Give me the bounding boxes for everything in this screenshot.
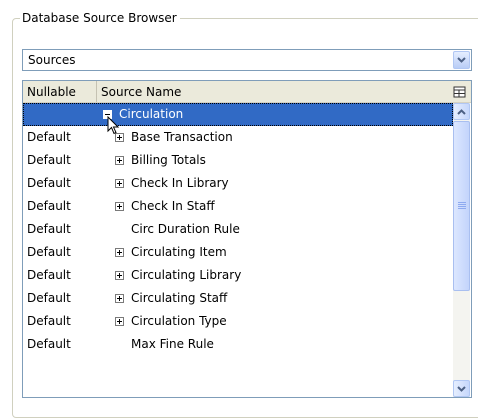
cell-source-name: Check In Library [131,176,229,190]
column-header-nullable[interactable]: Nullable [23,81,97,102]
cell-source-name: Check In Staff [131,199,215,213]
expand-plus-icon[interactable] [115,271,124,280]
cell-source-name: Circulating Library [131,268,242,282]
grid-header: Nullable Source Name [23,81,471,103]
expand-plus-icon[interactable] [115,179,124,188]
expand-plus-icon[interactable] [115,202,124,211]
table-row[interactable]: Default Circulating Library [23,264,453,287]
cell-nullable: Default [27,245,71,259]
chevron-down-icon[interactable] [453,51,470,69]
table-row[interactable]: Default Billing Totals [23,149,453,172]
table-row-selected[interactable]: Circulation [23,103,453,126]
source-grid[interactable]: Nullable Source Name Circulation Default B… [22,80,472,398]
cell-nullable: Default [27,291,71,305]
scrollbar-thumb[interactable] [453,121,470,291]
sources-combo[interactable]: Sources [22,49,472,71]
column-header-source-name[interactable]: Source Name [97,81,447,102]
table-row[interactable]: Default Base Transaction [23,126,453,149]
thumb-grip-line [458,206,466,207]
cell-nullable: Default [27,130,71,144]
expand-plus-icon[interactable] [115,156,124,165]
scroll-down-arrow-icon[interactable] [453,380,470,397]
cell-source-name: Circulating Item [131,245,227,259]
cell-source-name: Circulation Type [131,314,227,328]
scroll-up-arrow-icon[interactable] [453,103,470,120]
table-row[interactable]: Default Circ Duration Rule [23,218,453,241]
group-title: Database Source Browser [20,10,180,26]
cell-nullable: Default [27,337,71,351]
table-row[interactable]: Default Circulating Staff [23,287,453,310]
table-row[interactable]: Default Check In Staff [23,195,453,218]
table-row[interactable]: Default Check In Library [23,172,453,195]
thumb-grip-line [458,208,466,209]
cell-nullable: Default [27,153,71,167]
cell-nullable: Default [27,314,71,328]
cell-source-name: Base Transaction [131,130,233,144]
cell-nullable: Default [27,199,71,213]
expand-plus-icon[interactable] [115,317,124,326]
expand-plus-icon[interactable] [115,294,124,303]
cell-source-name: Circulating Staff [131,291,228,305]
cell-nullable: Default [27,268,71,282]
table-row[interactable]: Default Max Fine Rule [23,333,453,356]
cell-source-name: Max Fine Rule [131,337,214,351]
cell-source-name: Billing Totals [131,153,206,167]
cell-source-name: Circulation [119,107,184,121]
sources-combo-value: Sources [28,53,76,67]
thumb-grip-line [458,204,466,205]
collapse-minus-icon[interactable] [103,110,112,119]
table-row[interactable]: Default Circulation Type [23,310,453,333]
cell-nullable: Default [27,176,71,190]
vertical-scrollbar[interactable] [453,103,470,397]
expand-plus-icon[interactable] [115,133,124,142]
table-row[interactable]: Default Circulating Item [23,241,453,264]
cell-source-name: Circ Duration Rule [131,222,240,236]
grid-rows: Circulation Default Base Transaction Defaul… [23,103,453,356]
expand-plus-icon[interactable] [115,248,124,257]
column-chooser-icon[interactable] [447,81,471,102]
thumb-grip-line [458,202,466,203]
cell-nullable: Default [27,222,71,236]
